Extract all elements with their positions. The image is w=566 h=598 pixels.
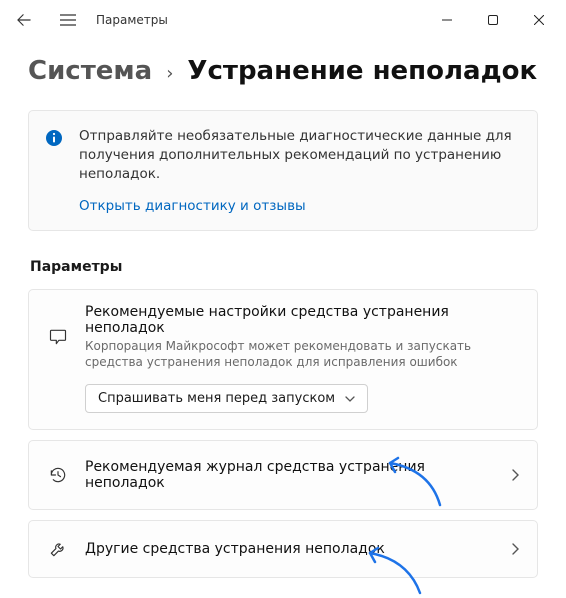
chevron-right-icon <box>511 543 519 555</box>
chevron-right-icon <box>511 469 519 481</box>
window-title: Параметры <box>96 13 168 27</box>
hamburger-icon <box>60 14 76 26</box>
arrow-left-icon <box>17 13 31 27</box>
other-title: Другие средства устранения неполадок <box>85 541 495 557</box>
info-icon <box>45 129 63 147</box>
breadcrumb-current: Устранение неполадок <box>187 56 537 86</box>
breadcrumb-root[interactable]: Система <box>28 56 152 86</box>
breadcrumb: Система › Устранение неполадок <box>28 56 538 86</box>
troubleshooter-history-link[interactable]: Рекомендуемая журнал средства устранения… <box>28 440 538 510</box>
dropdown-value: Спрашивать меня перед запуском <box>98 391 335 406</box>
open-diagnostics-link[interactable]: Открыть диагностику и отзывы <box>79 198 306 214</box>
recommended-subtitle: Корпорация Майкрософт может рекомендоват… <box>85 338 519 370</box>
history-title: Рекомендуемая журнал средства устранения… <box>85 459 495 491</box>
diagnostics-info-card: Отправляйте необязательные диагностическ… <box>28 110 538 231</box>
history-icon <box>47 465 69 485</box>
info-text: Отправляйте необязательные диагностическ… <box>79 127 519 184</box>
minimize-icon <box>442 15 452 25</box>
chat-icon <box>47 327 69 347</box>
section-title: Параметры <box>30 259 538 275</box>
nav-menu-button[interactable] <box>48 0 88 40</box>
chevron-down-icon <box>345 396 355 402</box>
back-button[interactable] <box>4 0 44 40</box>
titlebar: Параметры <box>0 0 566 40</box>
recommended-mode-dropdown[interactable]: Спрашивать меня перед запуском <box>85 384 368 413</box>
breadcrumb-separator: › <box>166 63 173 84</box>
maximize-button[interactable] <box>470 0 516 40</box>
maximize-icon <box>488 15 498 25</box>
close-button[interactable] <box>516 0 562 40</box>
other-troubleshooters-link[interactable]: Другие средства устранения неполадок <box>28 520 538 578</box>
close-icon <box>534 15 544 25</box>
wrench-icon <box>47 539 69 559</box>
minimize-button[interactable] <box>424 0 470 40</box>
recommended-troubleshooter-card: Рекомендуемые настройки средства устране… <box>28 289 538 430</box>
recommended-title: Рекомендуемые настройки средства устране… <box>85 304 519 336</box>
